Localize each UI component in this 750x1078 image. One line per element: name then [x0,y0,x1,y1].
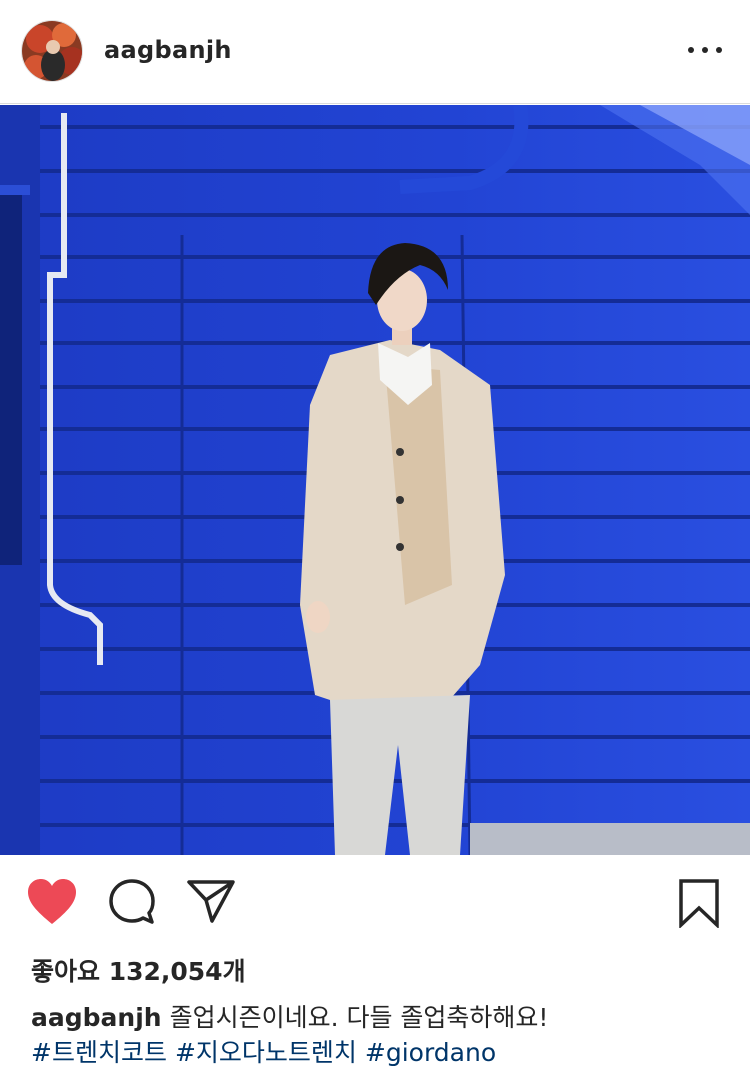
post-photo[interactable] [0,105,750,855]
send-icon[interactable] [186,878,236,928]
post-actions [0,870,750,938]
comment-icon[interactable] [108,878,156,930]
caption-username[interactable]: aagbanjh [31,1003,162,1032]
caption-text: 졸업시즌이네요. 다들 졸업축하해요! [169,1003,549,1032]
bookmark-icon[interactable] [678,878,720,932]
post-username[interactable]: aagbanjh [104,36,232,64]
more-options-icon[interactable] [688,40,722,60]
hashtag[interactable]: #지오다노트렌치 [175,1038,357,1067]
hashtag[interactable]: #트렌치코트 [31,1038,167,1067]
heart-icon[interactable] [26,878,78,930]
avatar[interactable] [21,20,83,82]
post-header: aagbanjh [0,0,750,104]
post-caption: aagbanjh 졸업시즌이네요. 다들 졸업축하해요! [31,1000,731,1036]
hashtag-list: #트렌치코트 #지오다노트렌치 #giordano [31,1036,731,1070]
likes-count[interactable]: 좋아요 132,054개 [31,952,246,988]
hashtag[interactable]: #giordano [365,1038,496,1067]
